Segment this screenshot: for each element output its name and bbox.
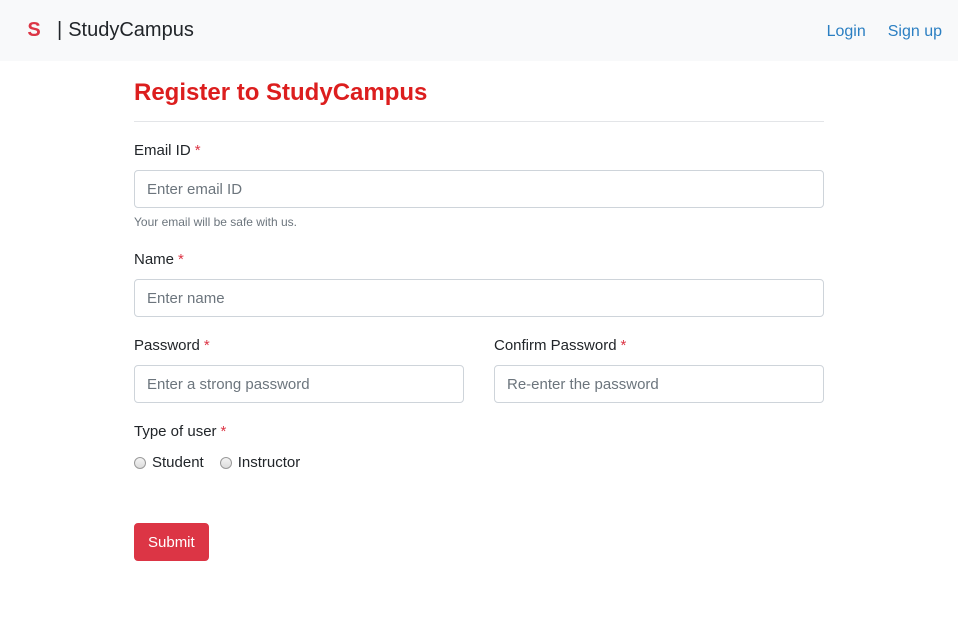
brand-separator: | — [57, 19, 63, 41]
student-radio[interactable] — [134, 457, 146, 469]
navbar: S | StudyCampus Login Sign up — [0, 0, 958, 61]
brand[interactable]: S | StudyCampus — [27, 17, 194, 43]
student-option[interactable]: Student — [134, 453, 204, 473]
name-label-text: Name — [134, 251, 175, 268]
name-input[interactable] — [134, 279, 824, 317]
user-type-label: Type of user * — [134, 422, 226, 442]
title-divider — [134, 121, 824, 122]
user-type-radio-group: Student Instructor — [134, 453, 316, 473]
brand-name[interactable]: StudyCampus — [68, 17, 194, 43]
required-asterisk: * — [620, 337, 627, 354]
instructor-radio[interactable] — [219, 457, 232, 469]
required-asterisk: * — [178, 251, 184, 268]
required-asterisk: * — [220, 423, 227, 440]
page-title: Register to StudyCampus — [134, 79, 428, 106]
instructor-option[interactable]: Instructor — [219, 453, 301, 473]
required-asterisk: * — [194, 142, 201, 159]
email-label: Email ID * — [134, 141, 201, 161]
submit-button[interactable]: Submit — [134, 523, 209, 561]
signup-link[interactable]: Sign up — [888, 21, 942, 43]
confirm-password-label-text: Confirm Password — [494, 337, 617, 354]
student-radio-label[interactable]: Student — [152, 453, 204, 473]
password-input[interactable] — [134, 365, 464, 403]
confirm-password-label: Confirm Password * — [494, 336, 626, 356]
user-type-label-text: Type of user — [134, 423, 217, 440]
nav-links: Login Sign up — [827, 21, 942, 43]
instructor-radio-label[interactable]: Instructor — [238, 453, 301, 473]
password-label: Password * — [134, 336, 210, 356]
email-input[interactable] — [134, 170, 824, 208]
login-link[interactable]: Login — [827, 21, 866, 43]
brand-logo[interactable]: S — [27, 17, 41, 43]
confirm-password-input[interactable] — [494, 365, 824, 403]
required-asterisk: * — [203, 337, 210, 354]
email-help-text: Your email will be safe with us. — [134, 215, 297, 229]
email-label-text: Email ID — [134, 142, 191, 159]
password-label-text: Password — [134, 337, 200, 354]
name-label: Name * — [134, 250, 184, 270]
